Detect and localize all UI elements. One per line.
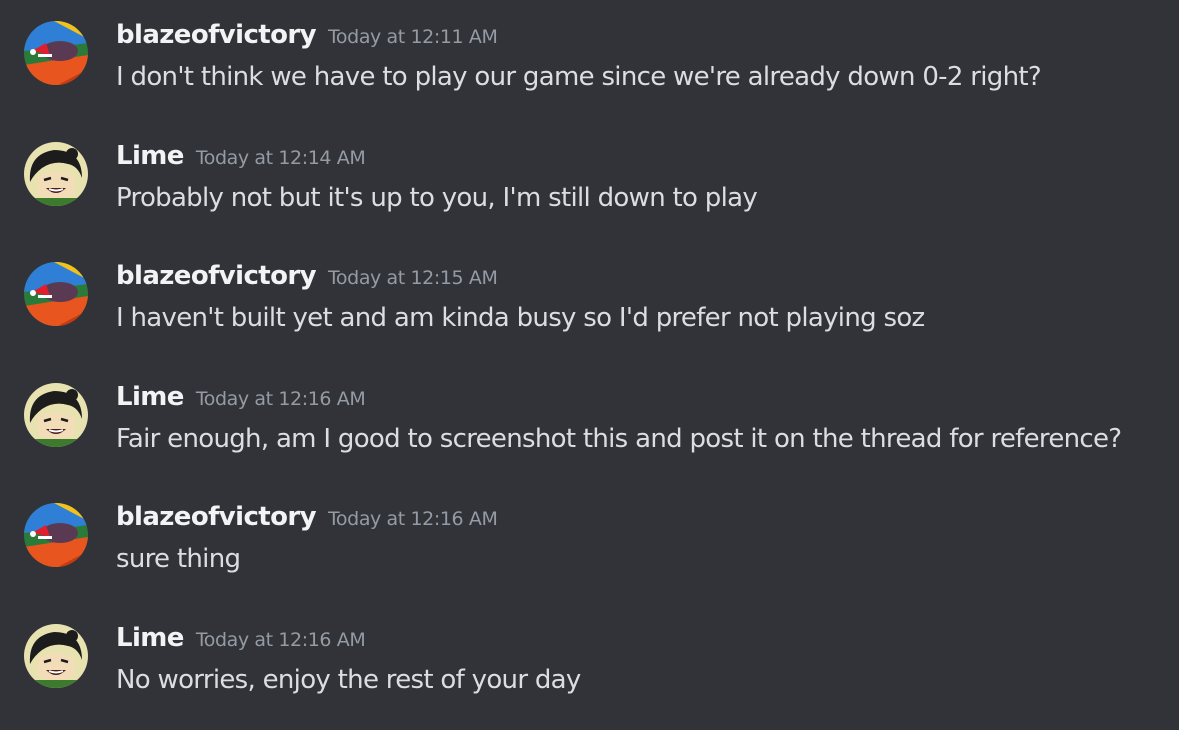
username[interactable]: Lime xyxy=(116,382,184,412)
message-header: Lime Today at 12:16 AM xyxy=(116,623,366,657)
blaze-avatar[interactable] xyxy=(24,21,88,85)
message-item: Lime Today at 12:16 AM Fair enough, am I … xyxy=(0,376,1179,488)
message-text: No worries, enjoy the rest of your day xyxy=(116,665,581,695)
timestamp[interactable]: Today at 12:11 AM xyxy=(328,26,498,48)
message-text: Probably not but it's up to you, I'm sti… xyxy=(116,183,758,213)
message-item: blazeofvictory Today at 12:11 AM I don't … xyxy=(0,14,1179,126)
message-header: blazeofvictory Today at 12:11 AM xyxy=(116,20,498,54)
message-header: blazeofvictory Today at 12:16 AM xyxy=(116,502,498,536)
username[interactable]: Lime xyxy=(116,623,184,653)
message-header: Lime Today at 12:16 AM xyxy=(116,382,366,416)
username[interactable]: blazeofvictory xyxy=(116,502,317,532)
chat-messages: blazeofvictory Today at 12:11 AM I don't … xyxy=(0,0,1179,730)
timestamp[interactable]: Today at 12:14 AM xyxy=(196,147,366,169)
message-header: Lime Today at 12:14 AM xyxy=(116,141,366,175)
username[interactable]: Lime xyxy=(116,141,184,171)
timestamp[interactable]: Today at 12:16 AM xyxy=(328,508,498,530)
blaze-avatar[interactable] xyxy=(24,503,88,567)
message-item: blazeofvictory Today at 12:15 AM I haven'… xyxy=(0,255,1179,367)
message-text: sure thing xyxy=(116,544,241,574)
lime-avatar[interactable] xyxy=(24,624,88,688)
message-item: blazeofvictory Today at 12:16 AM sure thi… xyxy=(0,496,1179,608)
username[interactable]: blazeofvictory xyxy=(116,261,317,291)
message-text: I haven't built yet and am kinda busy so… xyxy=(116,303,925,333)
message-item: Lime Today at 12:16 AM No worries, enjoy … xyxy=(0,617,1179,729)
message-text: I don't think we have to play our game s… xyxy=(116,62,1042,92)
blaze-avatar[interactable] xyxy=(24,262,88,326)
message-text: Fair enough, am I good to screenshot thi… xyxy=(116,424,1122,454)
timestamp[interactable]: Today at 12:16 AM xyxy=(196,629,366,651)
timestamp[interactable]: Today at 12:15 AM xyxy=(328,267,498,289)
lime-avatar[interactable] xyxy=(24,383,88,447)
message-item: Lime Today at 12:14 AM Probably not but i… xyxy=(0,135,1179,247)
username[interactable]: blazeofvictory xyxy=(116,20,317,50)
message-header: blazeofvictory Today at 12:15 AM xyxy=(116,261,498,295)
lime-avatar[interactable] xyxy=(24,142,88,206)
timestamp[interactable]: Today at 12:16 AM xyxy=(196,388,366,410)
